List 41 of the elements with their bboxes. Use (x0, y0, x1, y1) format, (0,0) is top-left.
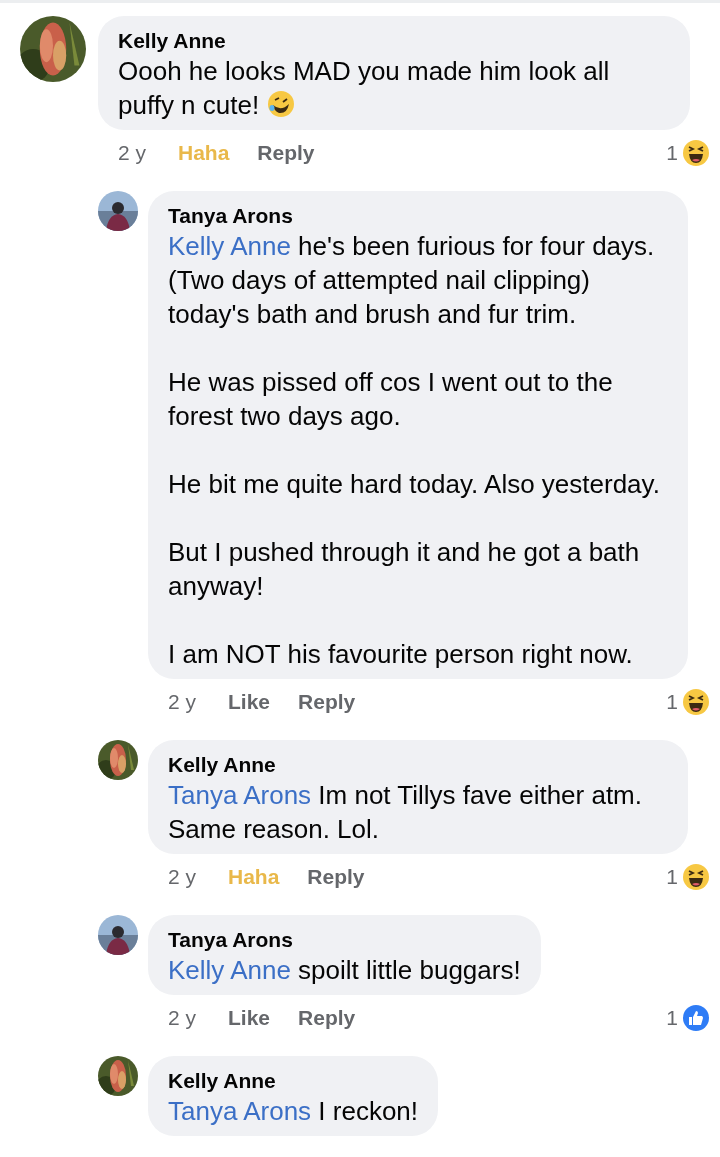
reaction-count: 1 (666, 140, 678, 167)
timestamp: 2 y (168, 689, 197, 716)
comment-text: But I pushed through it and he got a bath anyway! (168, 536, 641, 603)
avatar[interactable] (98, 1056, 138, 1096)
comment-text: Kelly Anne spoilt little buggars! (168, 954, 521, 987)
reply-button[interactable]: Reply (257, 137, 315, 169)
thumbs-up-icon[interactable] (682, 1004, 710, 1032)
comment-text: I am NOT his favourite person right now. (168, 638, 634, 671)
avatar[interactable] (98, 191, 138, 231)
author-name[interactable]: Kelly Anne (118, 28, 670, 54)
laughing-emoji-icon[interactable] (682, 688, 710, 716)
mention-link[interactable]: Tanya Arons (168, 1096, 312, 1126)
comment-text: Tanya Arons Im not Tillys fave either atm. Same reason. Lol. (168, 779, 643, 846)
comment-text: Kelly Anne he's been furious for four days. (Two days of attempted nail clipping) today's bath and brush and fur trim. (168, 230, 656, 331)
reaction-button[interactable]: Like (228, 686, 271, 718)
comment-text: Oooh he looks MAD you made him look all puffy n cute! (118, 55, 611, 122)
laughing-emoji-icon (267, 90, 296, 118)
reply-button[interactable]: Reply (307, 861, 365, 893)
comment-text: He was pissed off cos I went out to the forest two days ago. (168, 366, 614, 433)
author-name[interactable]: Kelly Anne (168, 752, 668, 778)
avatar[interactable] (98, 915, 138, 955)
author-name[interactable]: Tanya Arons (168, 203, 668, 229)
avatar[interactable] (98, 740, 138, 780)
reaction-count: 1 (666, 1005, 678, 1032)
laughing-emoji-icon[interactable] (682, 863, 710, 891)
mention-link[interactable]: Kelly Anne (168, 955, 291, 985)
mention-link[interactable]: Kelly Anne (168, 231, 291, 261)
laughing-emoji-icon[interactable] (682, 139, 710, 167)
mention-link[interactable]: Tanya Arons (168, 780, 312, 810)
timestamp: 2 y (168, 864, 197, 891)
reaction-button[interactable]: Like (228, 1002, 271, 1034)
timestamp: 2 y (168, 1005, 197, 1032)
author-name[interactable]: Kelly Anne (168, 1068, 419, 1094)
author-name[interactable]: Tanya Arons (168, 927, 521, 953)
reaction-count: 1 (666, 864, 678, 891)
reply-button[interactable]: Reply (298, 686, 356, 718)
reply-button[interactable]: Reply (298, 1002, 356, 1034)
comment-text: He bit me quite hard today. Also yesterday. (168, 468, 661, 501)
comment-text: Tanya Arons I reckon! (168, 1095, 419, 1128)
reaction-count: 1 (666, 689, 678, 716)
timestamp: 2 y (118, 140, 147, 167)
